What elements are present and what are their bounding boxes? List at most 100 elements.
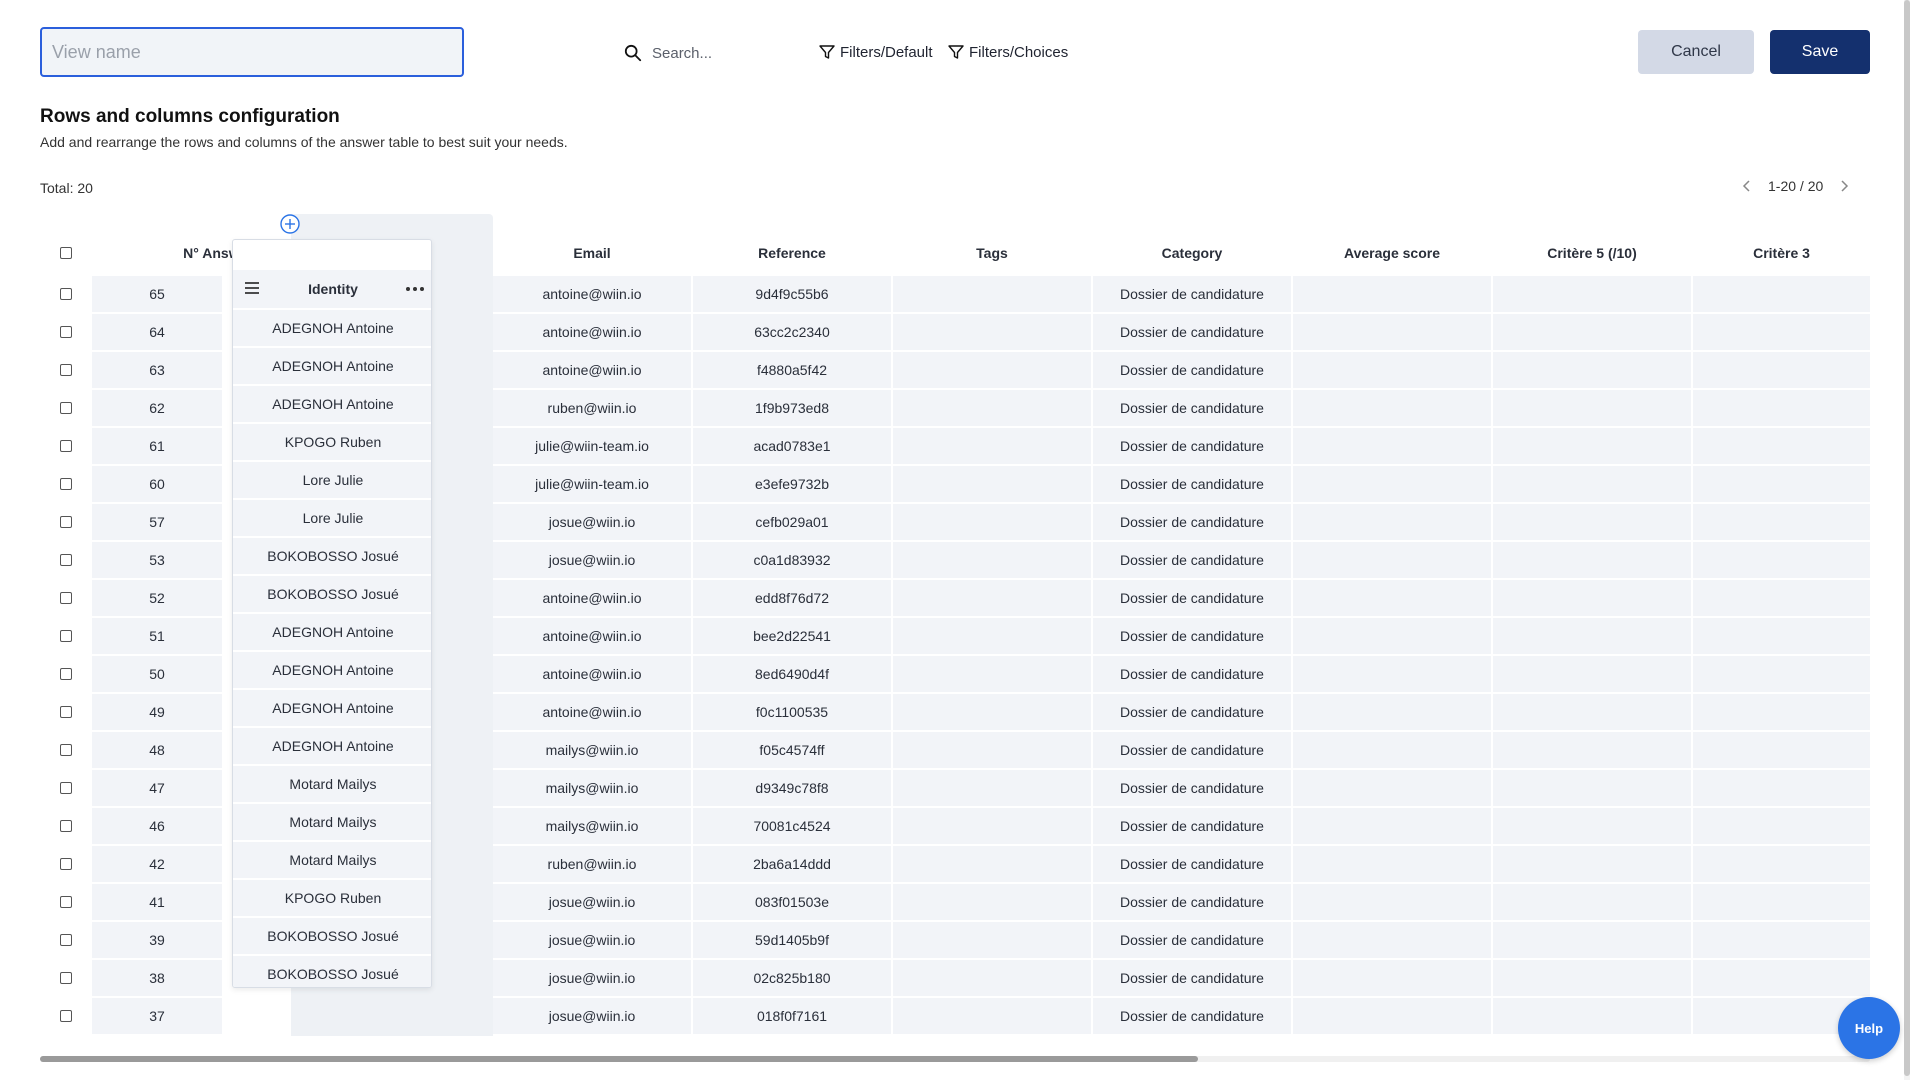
- category-cell: Dossier de candidature: [1093, 732, 1291, 768]
- row-checkbox[interactable]: [60, 630, 72, 642]
- tags-cell: [893, 504, 1091, 540]
- reference-cell: f4880a5f42: [693, 352, 891, 388]
- email-cell: josue@wiin.io: [493, 542, 691, 578]
- filter-default-button[interactable]: Filters/Default: [819, 39, 933, 65]
- identity-column-dragging[interactable]: Identity ADEGNOH Antoine ADEGNOH Antoine A…: [232, 239, 432, 988]
- row-checkbox[interactable]: [60, 706, 72, 718]
- search-box[interactable]: Search...: [624, 40, 712, 66]
- category-cell: Dossier de candidature: [1093, 618, 1291, 654]
- filter-default-label: Filters/Default: [840, 43, 933, 61]
- header-critere-5[interactable]: Critère 5 (/10): [1493, 236, 1691, 270]
- critere-5-cell: [1493, 770, 1691, 806]
- row-checkbox[interactable]: [60, 1010, 72, 1022]
- category-cell: Dossier de candidature: [1093, 352, 1291, 388]
- tags-cell: [893, 884, 1091, 920]
- tags-cell: [893, 390, 1091, 426]
- tags-cell: [893, 352, 1091, 388]
- critere-3-cell: [1693, 884, 1870, 920]
- row-checkbox[interactable]: [60, 288, 72, 300]
- chevron-right-icon[interactable]: [1837, 179, 1851, 193]
- row-checkbox[interactable]: [60, 592, 72, 604]
- reference-cell: 02c825b180: [693, 960, 891, 996]
- average-score-cell: [1293, 542, 1491, 578]
- answer-cell: 50: [92, 656, 222, 692]
- row-checkbox[interactable]: [60, 820, 72, 832]
- critere-5-cell: [1493, 428, 1691, 464]
- row-checkbox[interactable]: [60, 896, 72, 908]
- help-button[interactable]: Help: [1838, 997, 1900, 1059]
- average-score-cell: [1293, 656, 1491, 692]
- reference-cell: 083f01503e: [693, 884, 891, 920]
- critere-3-cell: [1693, 960, 1870, 996]
- critere-5-cell: [1493, 352, 1691, 388]
- tags-cell: [893, 580, 1091, 616]
- select-all-checkbox[interactable]: [60, 247, 72, 259]
- critere-5-cell: [1493, 922, 1691, 958]
- row-checkbox[interactable]: [60, 668, 72, 680]
- header-average-score[interactable]: Average score: [1293, 236, 1491, 270]
- view-name-input[interactable]: [40, 27, 464, 77]
- row-checkbox[interactable]: [60, 782, 72, 794]
- row-checkbox[interactable]: [60, 934, 72, 946]
- reference-cell: 70081c4524: [693, 808, 891, 844]
- header-reference[interactable]: Reference: [693, 236, 891, 270]
- filter-icon: [948, 45, 964, 59]
- email-cell: antoine@wiin.io: [493, 314, 691, 350]
- row-checkbox[interactable]: [60, 326, 72, 338]
- identity-column-header[interactable]: Identity: [233, 270, 431, 308]
- cancel-button[interactable]: Cancel: [1638, 30, 1754, 74]
- row-checkbox[interactable]: [60, 554, 72, 566]
- category-cell: Dossier de candidature: [1093, 390, 1291, 426]
- identity-cell: ADEGNOH Antoine: [233, 348, 431, 384]
- tags-cell: [893, 428, 1091, 464]
- header-critere-3[interactable]: Critère 3: [1693, 236, 1870, 270]
- reference-cell: acad0783e1: [693, 428, 891, 464]
- drag-handle-icon[interactable]: [245, 282, 259, 294]
- identity-header-label: Identity: [308, 281, 358, 297]
- identity-cell: Lore Julie: [233, 462, 431, 498]
- critere-3-cell: [1693, 656, 1870, 692]
- horizontal-scrollbar-thumb[interactable]: [40, 1056, 1198, 1062]
- answer-cell: 65: [92, 276, 222, 312]
- row-checkbox[interactable]: [60, 744, 72, 756]
- answer-cell: 52: [92, 580, 222, 616]
- average-score-cell: [1293, 390, 1491, 426]
- critere-3-cell: [1693, 770, 1870, 806]
- answer-cell: 60: [92, 466, 222, 502]
- row-checkbox[interactable]: [60, 478, 72, 490]
- chevron-left-icon[interactable]: [1740, 179, 1754, 193]
- row-checkbox[interactable]: [60, 858, 72, 870]
- row-checkbox[interactable]: [60, 972, 72, 984]
- email-cell: antoine@wiin.io: [493, 580, 691, 616]
- pagination: 1-20 / 20: [1740, 178, 1851, 194]
- filter-choices-button[interactable]: Filters/Choices: [948, 39, 1068, 65]
- row-checkbox[interactable]: [60, 440, 72, 452]
- critere-3-cell: [1693, 580, 1870, 616]
- more-horizontal-icon[interactable]: [405, 286, 425, 292]
- critere-3-cell: [1693, 542, 1870, 578]
- average-score-cell: [1293, 618, 1491, 654]
- plus-circle-icon[interactable]: [280, 214, 300, 234]
- search-placeholder: Search...: [652, 44, 713, 62]
- row-checkbox[interactable]: [60, 364, 72, 376]
- average-score-cell: [1293, 580, 1491, 616]
- search-icon: [624, 44, 642, 62]
- header-category[interactable]: Category: [1093, 236, 1291, 270]
- table-row[interactable]: 37 josue@wiin.io 018f0f7161 Dossier de cand…: [40, 998, 1870, 1036]
- reference-cell: 63cc2c2340: [693, 314, 891, 350]
- identity-cell: BOKOBOSSO Josué: [233, 538, 431, 574]
- vertical-scrollbar-thumb[interactable]: [1904, 0, 1910, 1076]
- email-cell: antoine@wiin.io: [493, 618, 691, 654]
- critere-5-cell: [1493, 656, 1691, 692]
- identity-cell: Motard Mailys: [233, 804, 431, 840]
- category-cell: Dossier de candidature: [1093, 694, 1291, 730]
- row-checkbox[interactable]: [60, 402, 72, 414]
- row-checkbox[interactable]: [60, 516, 72, 528]
- reference-cell: d9349c78f8: [693, 770, 891, 806]
- header-email[interactable]: Email: [493, 236, 691, 270]
- identity-cell: BOKOBOSSO Josué: [233, 918, 431, 954]
- header-tags[interactable]: Tags: [893, 236, 1091, 270]
- tags-cell: [893, 618, 1091, 654]
- save-button[interactable]: Save: [1770, 30, 1870, 74]
- identity-cell: ADEGNOH Antoine: [233, 690, 431, 726]
